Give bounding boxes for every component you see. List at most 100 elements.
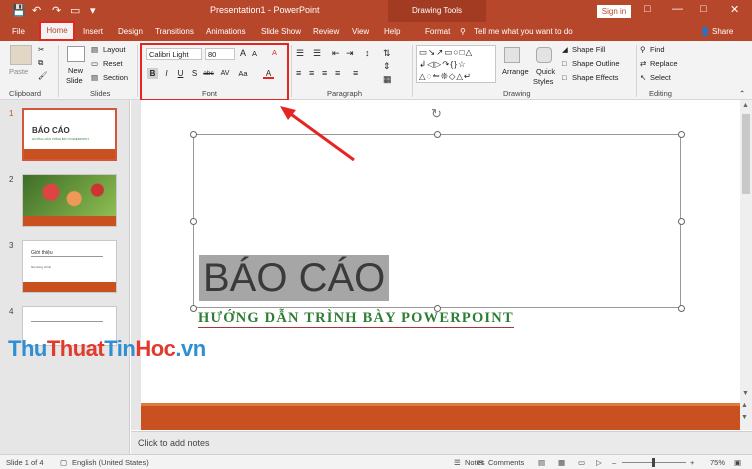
section-icon[interactable]: ▤ xyxy=(91,73,98,82)
normal-view-icon[interactable]: ▤ xyxy=(538,458,545,467)
tell-me-search[interactable]: Tell me what you want to do xyxy=(474,27,573,36)
resize-handle[interactable] xyxy=(190,131,197,138)
replace-icon[interactable]: ⇄ xyxy=(640,59,646,68)
quick-styles-button[interactable]: Quick xyxy=(536,67,555,76)
notes-icon[interactable]: ☰ xyxy=(454,458,461,467)
resize-handle[interactable] xyxy=(190,305,197,312)
shape-effects-icon[interactable]: □ xyxy=(562,73,567,82)
shape-outline-icon[interactable]: □ xyxy=(562,59,567,68)
slide-title-text[interactable]: BÁO CÁO xyxy=(199,255,390,301)
scroll-up-icon[interactable]: ▲ xyxy=(742,102,749,109)
tab-help[interactable]: Help xyxy=(384,27,400,36)
tab-design[interactable]: Design xyxy=(118,27,143,36)
scrollbar-thumb[interactable] xyxy=(742,114,750,194)
slide-thumbnail-pane[interactable]: 1 BÁO CÁO HƯỚNG DẪN TRÌNH BÀY POWERPOINT… xyxy=(0,100,130,454)
new-slide-icon[interactable] xyxy=(67,46,85,62)
share-button[interactable]: Share xyxy=(712,27,733,36)
redo-icon[interactable]: ↷ xyxy=(52,4,61,17)
arrange-icon[interactable] xyxy=(504,47,520,63)
notes-pane[interactable]: Click to add notes xyxy=(131,431,752,454)
sign-in-button[interactable]: Sign in xyxy=(597,5,631,18)
collapse-ribbon-icon[interactable]: ⌃ xyxy=(739,89,745,98)
justify-icon[interactable]: ≡ xyxy=(335,68,340,78)
slideshow-icon[interactable]: ▭ xyxy=(70,4,80,17)
tab-animations[interactable]: Animations xyxy=(206,27,246,36)
resize-handle[interactable] xyxy=(434,131,441,138)
minimize-icon[interactable]: — xyxy=(672,3,683,15)
reset-button[interactable]: Reset xyxy=(103,59,123,68)
layout-button[interactable]: Layout xyxy=(103,45,126,54)
ribbon-display-icon[interactable]: □ xyxy=(644,3,651,15)
section-button[interactable]: Section xyxy=(103,73,128,82)
tab-view[interactable]: View xyxy=(352,27,369,36)
zoom-in-icon[interactable]: + xyxy=(690,458,694,467)
scroll-down-icon[interactable]: ▼ xyxy=(742,390,749,397)
fit-slide-icon[interactable]: ▣ xyxy=(734,458,741,467)
align-center-icon[interactable]: ≡ xyxy=(309,68,314,78)
align-right-icon[interactable]: ≡ xyxy=(322,68,327,78)
zoom-out-icon[interactable]: – xyxy=(612,458,616,467)
quick-styles-button-line2[interactable]: Styles xyxy=(533,77,553,86)
tab-slide-show[interactable]: Slide Show xyxy=(261,27,301,36)
vertical-scrollbar[interactable]: ▲ ▼ ▲ ▼ xyxy=(740,100,752,430)
rotate-handle-icon[interactable]: ↻ xyxy=(431,106,442,122)
spellcheck-icon[interactable]: ▢ xyxy=(60,458,67,467)
language-label[interactable]: English (United States) xyxy=(72,458,149,467)
find-button[interactable]: Find xyxy=(650,45,665,54)
slide-subtitle-text[interactable]: HƯỚNG DẪN TRÌNH BÀY POWERPOINT xyxy=(198,310,514,328)
zoom-slider-thumb[interactable] xyxy=(652,458,655,467)
tab-review[interactable]: Review xyxy=(313,27,339,36)
increase-indent-icon[interactable]: ⇥ xyxy=(346,48,354,59)
tab-format[interactable]: Format xyxy=(425,27,450,36)
close-icon[interactable]: ✕ xyxy=(730,3,739,16)
resize-handle[interactable] xyxy=(678,131,685,138)
tab-file[interactable]: File xyxy=(12,27,25,36)
paste-button[interactable]: Paste xyxy=(9,67,28,76)
quick-styles-icon[interactable] xyxy=(536,47,552,63)
resize-handle[interactable] xyxy=(190,218,197,225)
slide-thumbnail-3[interactable]: Giới thiệu Nội dung chính xyxy=(22,240,117,293)
comments-icon[interactable]: ✉ xyxy=(477,458,483,467)
select-button[interactable]: Select xyxy=(650,73,671,82)
smartart-icon[interactable]: ▦ xyxy=(383,74,392,85)
find-icon[interactable]: ⚲ xyxy=(640,45,646,54)
select-icon[interactable]: ↖ xyxy=(640,73,646,82)
slide-thumbnail-1[interactable]: BÁO CÁO HƯỚNG DẪN TRÌNH BÀY POWERPOINT xyxy=(22,108,117,161)
shape-fill-button[interactable]: Shape Fill xyxy=(572,45,605,54)
shape-outline-button[interactable]: Shape Outline xyxy=(572,59,620,68)
bullets-icon[interactable]: ☰ xyxy=(296,48,304,59)
new-slide-button-line2[interactable]: Slide xyxy=(66,76,83,85)
line-spacing-icon[interactable]: ↕ xyxy=(365,48,370,58)
shape-effects-button[interactable]: Shape Effects xyxy=(572,73,619,82)
layout-icon[interactable]: ▤ xyxy=(91,45,98,54)
new-slide-button[interactable]: New xyxy=(68,66,83,75)
notes-placeholder[interactable]: Click to add notes xyxy=(138,438,210,448)
arrange-button[interactable]: Arrange xyxy=(502,67,529,76)
undo-icon[interactable]: ↶ xyxy=(32,4,41,17)
slide-thumbnail-2[interactable] xyxy=(22,174,117,227)
zoom-level[interactable]: 75% xyxy=(710,458,725,467)
align-left-icon[interactable]: ≡ xyxy=(296,68,301,78)
save-icon[interactable]: 💾 xyxy=(12,4,26,17)
shape-fill-icon[interactable]: ◢ xyxy=(562,45,568,54)
replace-button[interactable]: Replace xyxy=(650,59,678,68)
share-icon[interactable]: 👤 xyxy=(700,27,710,36)
tab-transitions[interactable]: Transitions xyxy=(155,27,194,36)
customize-icon[interactable]: ▾ xyxy=(90,4,96,17)
shapes-gallery[interactable]: ▭↘↗▭○□△ ↲◁▷↷{}☆ △◌↼❊◇△↵ xyxy=(416,45,496,83)
text-direction-icon[interactable]: ⇅ xyxy=(383,48,391,59)
resize-handle[interactable] xyxy=(678,305,685,312)
previous-slide-icon[interactable]: ▲ xyxy=(741,402,748,409)
comments-button[interactable]: Comments xyxy=(488,458,524,467)
columns-icon[interactable]: ≡ xyxy=(353,68,358,78)
numbering-icon[interactable]: ☰ xyxy=(313,48,321,59)
tab-home[interactable]: Home xyxy=(39,21,75,41)
decrease-indent-icon[interactable]: ⇤ xyxy=(332,48,340,59)
resize-handle[interactable] xyxy=(678,218,685,225)
format-painter-icon[interactable]: 🖌 xyxy=(38,71,48,80)
slide-sorter-icon[interactable]: ▦ xyxy=(558,458,565,467)
slideshow-view-icon[interactable]: ▷ xyxy=(596,458,602,467)
maximize-icon[interactable]: □ xyxy=(700,3,707,15)
copy-icon[interactable]: ⧉ xyxy=(38,58,43,68)
next-slide-icon[interactable]: ▼ xyxy=(741,414,748,421)
